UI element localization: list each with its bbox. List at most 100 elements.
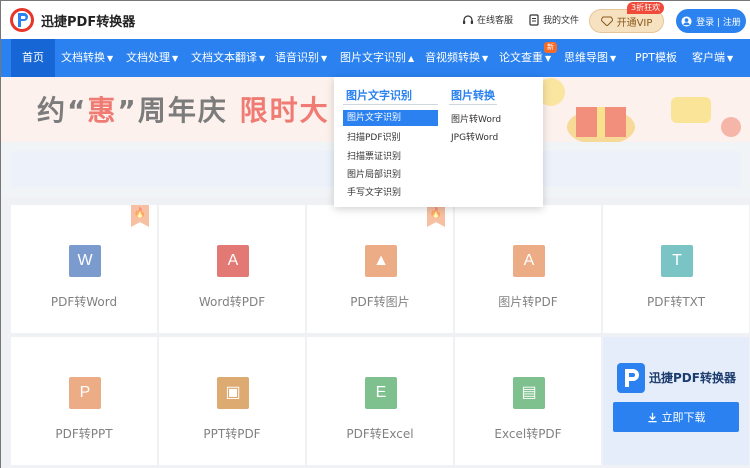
pdf-icon: A xyxy=(513,245,545,277)
excel-pdf-icon: ▤ xyxy=(513,377,545,409)
nav-label: 思维导图 xyxy=(564,51,608,64)
caret-down-icon: ▼ xyxy=(545,54,552,63)
my-files-label: 我的文件 xyxy=(543,16,580,26)
login-register-button[interactable]: 登录 | 注册 xyxy=(676,9,746,33)
file-icon xyxy=(529,13,539,26)
customer-service-link[interactable]: 在线客服 xyxy=(462,13,513,26)
download-now-button[interactable]: 立即下载 xyxy=(613,402,739,432)
nav-item-client[interactable]: 客户端 ▼ xyxy=(692,39,733,77)
app-logo-icon xyxy=(617,363,645,393)
tool-card-pdf-to-ppt[interactable]: P PDF转PPT xyxy=(11,337,157,465)
my-files-link[interactable]: 我的文件 xyxy=(528,13,579,26)
excel-icon: E xyxy=(365,377,397,409)
dropdown-col2-title: 图片转换 xyxy=(451,89,495,102)
tool-label: PDF转TXT xyxy=(646,295,706,309)
dropdown-item-ticket-ocr[interactable]: 扫描票证识别 xyxy=(347,149,401,162)
nav-label: 首页 xyxy=(22,51,44,64)
caret-down-icon: ▼ xyxy=(259,54,266,63)
download-label: 立即下载 xyxy=(661,411,706,424)
download-panel: 迅捷PDF转换器 立即下载 xyxy=(603,337,749,465)
txt-icon: T xyxy=(661,245,693,277)
top-header: 迅捷PDF转换器 在线客服 我的文件 开通VIP 3折狂欢 登录 | 注册 xyxy=(1,1,750,39)
tool-label: PPT转PDF xyxy=(203,427,261,441)
caret-down-icon: ▼ xyxy=(107,54,114,63)
nav-item-document-process[interactable]: 文档处理 ▼ xyxy=(126,39,178,77)
nav-label: 文档转换 xyxy=(61,51,105,64)
banner-text-1: 约“ xyxy=(37,94,88,127)
pdf-icon: A xyxy=(217,245,249,277)
banner-text-2: 惠 xyxy=(87,94,118,127)
nav-label: 音视频转换 xyxy=(425,51,480,64)
download-panel-title: 迅捷PDF转换器 xyxy=(649,371,736,385)
vip-label: 开通VIP xyxy=(616,17,653,29)
ppt-pdf-icon: ▣ xyxy=(217,377,249,409)
hot-flame-icon: 🔥 xyxy=(427,205,445,227)
new-badge: 新 xyxy=(544,42,557,53)
dropdown-item-image-ocr[interactable]: 图片文字识别 xyxy=(343,110,438,126)
app-logo-icon[interactable] xyxy=(9,7,35,33)
app-title[interactable]: 迅捷PDF转换器 xyxy=(41,11,135,30)
image-icon: ▲ xyxy=(365,245,397,277)
caret-down-icon: ▼ xyxy=(482,54,489,63)
nav-item-speech-recognition[interactable]: 语音识别 ▼ xyxy=(275,39,327,77)
tool-card-pdf-to-word[interactable]: W PDF转Word 🔥 xyxy=(11,205,157,333)
tool-label: Excel转PDF xyxy=(494,427,562,441)
tool-label: PDF转Excel xyxy=(346,427,414,441)
vip-discount-badge: 3折狂欢 xyxy=(627,2,665,14)
image-ocr-dropdown: 图片文字识别 图片转换 图片文字识别 扫描PDF识别 扫描票证识别 图片局部识别… xyxy=(334,77,543,207)
nav-label: 文档文本翻译 xyxy=(191,51,257,64)
caret-down-icon: ▼ xyxy=(610,54,617,63)
banner-text-4: 限时大 xyxy=(239,94,330,127)
nav-label: 语音识别 xyxy=(275,51,319,64)
dropdown-item-handwriting-ocr[interactable]: 手写文字识别 xyxy=(347,185,401,198)
user-icon xyxy=(681,15,692,27)
nav-item-translation[interactable]: 文档文本翻译 ▼ xyxy=(191,39,265,77)
tool-label: PDF转图片 xyxy=(350,295,410,309)
nav-item-document-convert[interactable]: 文档转换 ▼ xyxy=(61,39,113,77)
tool-card-word-to-pdf[interactable]: A Word转PDF xyxy=(159,205,305,333)
tool-card-pdf-to-image[interactable]: ▲ PDF转图片 🔥 xyxy=(307,205,453,333)
caret-down-icon: ▼ xyxy=(172,54,179,63)
tool-card-excel-to-pdf[interactable]: ▤ Excel转PDF xyxy=(455,337,601,465)
banner-text-3: ”周年庆 xyxy=(117,94,240,127)
dropdown-item-jpg-to-word[interactable]: JPG转Word xyxy=(451,130,498,143)
tool-label: PDF转PPT xyxy=(55,427,113,441)
nav-item-mindmap[interactable]: 思维导图 ▼ xyxy=(564,39,616,77)
nav-label: 文档处理 xyxy=(126,51,170,64)
tool-label: 图片转PDF xyxy=(498,295,558,309)
nav-label: 图片文字识别 xyxy=(340,51,406,64)
nav-item-home[interactable]: 首页 xyxy=(11,39,55,77)
divider xyxy=(449,104,497,105)
divider xyxy=(343,104,438,105)
download-icon xyxy=(647,412,657,422)
tool-label: PDF转Word xyxy=(50,295,118,309)
tool-card-ppt-to-pdf[interactable]: ▣ PPT转PDF xyxy=(159,337,305,465)
dropdown-col1-title: 图片文字识别 xyxy=(346,89,412,102)
nav-item-image-ocr[interactable]: 图片文字识别 ▲ xyxy=(340,39,414,77)
dropdown-item-image-to-word[interactable]: 图片转Word xyxy=(451,112,501,125)
caret-down-icon: ▼ xyxy=(321,54,328,63)
dropdown-item-scan-pdf-ocr[interactable]: 扫描PDF识别 xyxy=(347,130,401,143)
headset-icon xyxy=(463,14,473,24)
diamond-icon xyxy=(600,16,613,26)
banner-gift-decoration xyxy=(537,78,741,142)
caret-down-icon: ▼ xyxy=(727,54,734,63)
login-label: 登录 | 注册 xyxy=(696,17,741,28)
nav-item-ppt-templates[interactable]: PPT模板 xyxy=(635,39,677,77)
main-nav: 首页 文档转换 ▼ 文档处理 ▼ 文档文本翻译 ▼ 语音识别 ▼ 图片文字识别 ▲ 音视频… xyxy=(1,39,750,77)
dropdown-item-partial-ocr[interactable]: 图片局部识别 xyxy=(347,167,401,180)
banner-headline: 约“惠”周年庆 限时大 xyxy=(37,89,330,129)
hot-flame-icon: 🔥 xyxy=(131,205,149,227)
word-icon: W xyxy=(69,245,101,277)
tool-card-pdf-to-txt[interactable]: T PDF转TXT xyxy=(603,205,749,333)
ppt-icon: P xyxy=(69,377,101,409)
customer-service-label: 在线客服 xyxy=(477,16,514,26)
nav-label: 客户端 xyxy=(692,51,725,64)
nav-item-av-convert[interactable]: 音视频转换 ▼ xyxy=(425,39,488,77)
tool-label: Word转PDF xyxy=(198,295,266,309)
nav-label: PPT模板 xyxy=(635,51,677,64)
tool-card-image-to-pdf[interactable]: A 图片转PDF xyxy=(455,205,601,333)
nav-label: 论文查重 xyxy=(499,51,543,64)
tool-card-pdf-to-excel[interactable]: E PDF转Excel xyxy=(307,337,453,465)
caret-up-icon: ▲ xyxy=(408,54,415,63)
